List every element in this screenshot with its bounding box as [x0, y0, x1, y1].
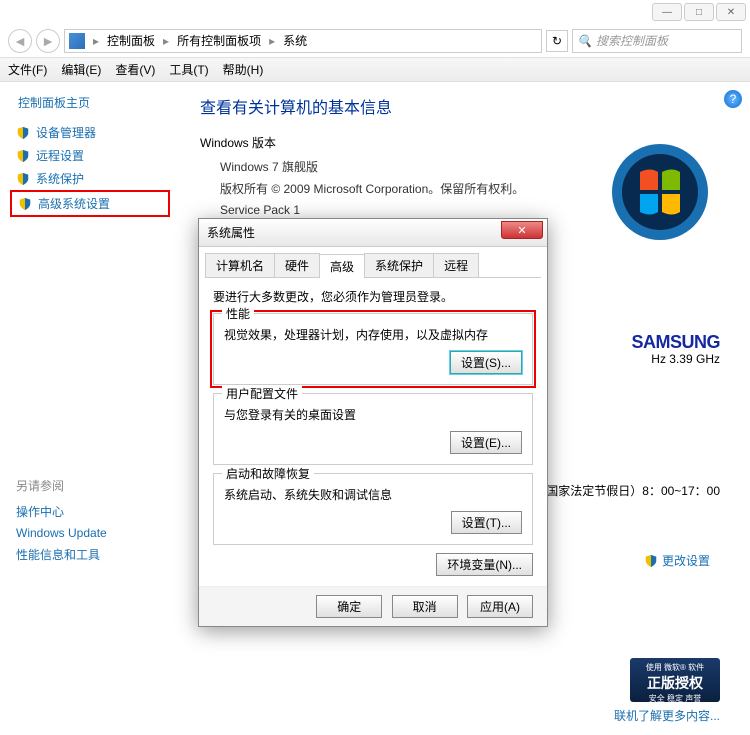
user-profiles-group: 用户配置文件 与您登录有关的桌面设置 设置(E)... — [213, 393, 533, 465]
startup-recovery-settings-button[interactable]: 设置(T)... — [451, 511, 522, 534]
shield-icon — [16, 149, 30, 163]
user-profiles-desc: 与您登录有关的桌面设置 — [224, 406, 522, 423]
manufacturer-logo: SAMSUNG — [631, 332, 720, 353]
menu-file[interactable]: 文件(F) — [8, 61, 47, 78]
system-properties-dialog: 系统属性 ✕ 计算机名 硬件 高级 系统保护 远程 要进行大多数更改，您必须作为… — [198, 218, 548, 627]
change-settings-link[interactable]: 更改设置 — [644, 552, 710, 569]
sidebar: 控制面板主页 设备管理器 远程设置 系统保护 高级系统设置 另请参阅 操作中心 … — [0, 82, 180, 732]
search-icon: 🔍 — [577, 34, 592, 48]
dialog-title: 系统属性 — [207, 224, 255, 241]
learn-more-link[interactable]: 联机了解更多内容... — [614, 707, 720, 724]
startup-recovery-title: 启动和故障恢复 — [222, 465, 314, 482]
tab-hardware[interactable]: 硬件 — [274, 253, 320, 277]
refresh-button[interactable]: ↻ — [546, 30, 568, 52]
menu-edit[interactable]: 编辑(E) — [61, 61, 101, 78]
user-profiles-title: 用户配置文件 — [222, 385, 302, 402]
menu-view[interactable]: 查看(V) — [115, 61, 155, 78]
task-system-protection[interactable]: 系统保护 — [10, 167, 170, 190]
tab-computer-name[interactable]: 计算机名 — [205, 253, 275, 277]
shield-icon — [16, 126, 30, 140]
breadcrumb[interactable]: ▸ 控制面板 ▸ 所有控制面板项 ▸ 系统 — [64, 29, 542, 53]
cpu-speed-text: Hz 3.39 GHz — [651, 352, 720, 366]
dialog-close-button[interactable]: ✕ — [501, 221, 543, 239]
admin-note: 要进行大多数更改，您必须作为管理员登录。 — [213, 288, 533, 305]
performance-desc: 视觉效果，处理器计划，内存使用，以及虚拟内存 — [224, 326, 522, 343]
address-bar: ◄ ► ▸ 控制面板 ▸ 所有控制面板项 ▸ 系统 ↻ 🔍 搜索控制面板 — [0, 24, 750, 58]
cancel-button[interactable]: 取消 — [392, 595, 458, 618]
link-performance-info[interactable]: 性能信息和工具 — [10, 543, 170, 566]
user-profiles-settings-button[interactable]: 设置(E)... — [450, 431, 522, 454]
close-button[interactable]: ✕ — [716, 3, 746, 21]
forward-button[interactable]: ► — [36, 29, 60, 53]
task-device-manager[interactable]: 设备管理器 — [10, 121, 170, 144]
page-title: 查看有关计算机的基本信息 — [200, 94, 730, 118]
support-hours-text: 国家法定节假日）8：00~17：00 — [546, 482, 720, 499]
menu-help[interactable]: 帮助(H) — [223, 61, 264, 78]
shield-icon — [644, 554, 658, 568]
window-titlebar: — □ ✕ — [0, 0, 750, 24]
task-remote-settings[interactable]: 远程设置 — [10, 144, 170, 167]
menu-tools[interactable]: 工具(T) — [169, 61, 208, 78]
help-icon[interactable]: ? — [724, 90, 742, 108]
apply-button[interactable]: 应用(A) — [467, 595, 533, 618]
dialog-tabs: 计算机名 硬件 高级 系统保护 远程 — [205, 253, 541, 278]
startup-recovery-desc: 系统启动、系统失败和调试信息 — [224, 486, 522, 503]
performance-group: 性能 视觉效果，处理器计划，内存使用，以及虚拟内存 设置(S)... — [213, 313, 533, 385]
environment-variables-button[interactable]: 环境变量(N)... — [436, 553, 533, 576]
menu-bar: 文件(F) 编辑(E) 查看(V) 工具(T) 帮助(H) — [0, 58, 750, 82]
tab-remote[interactable]: 远程 — [433, 253, 479, 277]
sidebar-title: 控制面板主页 — [18, 94, 170, 111]
tab-system-protection[interactable]: 系统保护 — [364, 253, 434, 277]
genuine-badge: 使用 微软® 软件 正版授权 安全 稳定 声誉 — [630, 658, 720, 702]
performance-settings-button[interactable]: 设置(S)... — [450, 351, 522, 374]
windows-logo-icon — [610, 142, 710, 242]
shield-icon — [18, 197, 32, 211]
minimize-button[interactable]: — — [652, 3, 682, 21]
dialog-title-bar[interactable]: 系统属性 ✕ — [199, 219, 547, 247]
dialog-footer: 确定 取消 应用(A) — [199, 586, 547, 626]
tab-advanced[interactable]: 高级 — [319, 254, 365, 278]
breadcrumb-mid[interactable]: 所有控制面板项 — [173, 32, 265, 49]
breadcrumb-root[interactable]: 控制面板 — [103, 32, 159, 49]
link-windows-update[interactable]: Windows Update — [10, 523, 170, 543]
shield-icon — [16, 172, 30, 186]
ok-button[interactable]: 确定 — [316, 595, 382, 618]
see-also-title: 另请参阅 — [16, 477, 164, 494]
search-input[interactable]: 🔍 搜索控制面板 — [572, 29, 742, 53]
link-action-center[interactable]: 操作中心 — [10, 500, 170, 523]
startup-recovery-group: 启动和故障恢复 系统启动、系统失败和调试信息 设置(T)... — [213, 473, 533, 545]
maximize-button[interactable]: □ — [684, 3, 714, 21]
breadcrumb-leaf[interactable]: 系统 — [279, 32, 311, 49]
control-panel-icon — [69, 33, 85, 49]
back-button[interactable]: ◄ — [8, 29, 32, 53]
task-advanced-system-settings[interactable]: 高级系统设置 — [10, 190, 170, 217]
performance-title: 性能 — [222, 305, 254, 322]
